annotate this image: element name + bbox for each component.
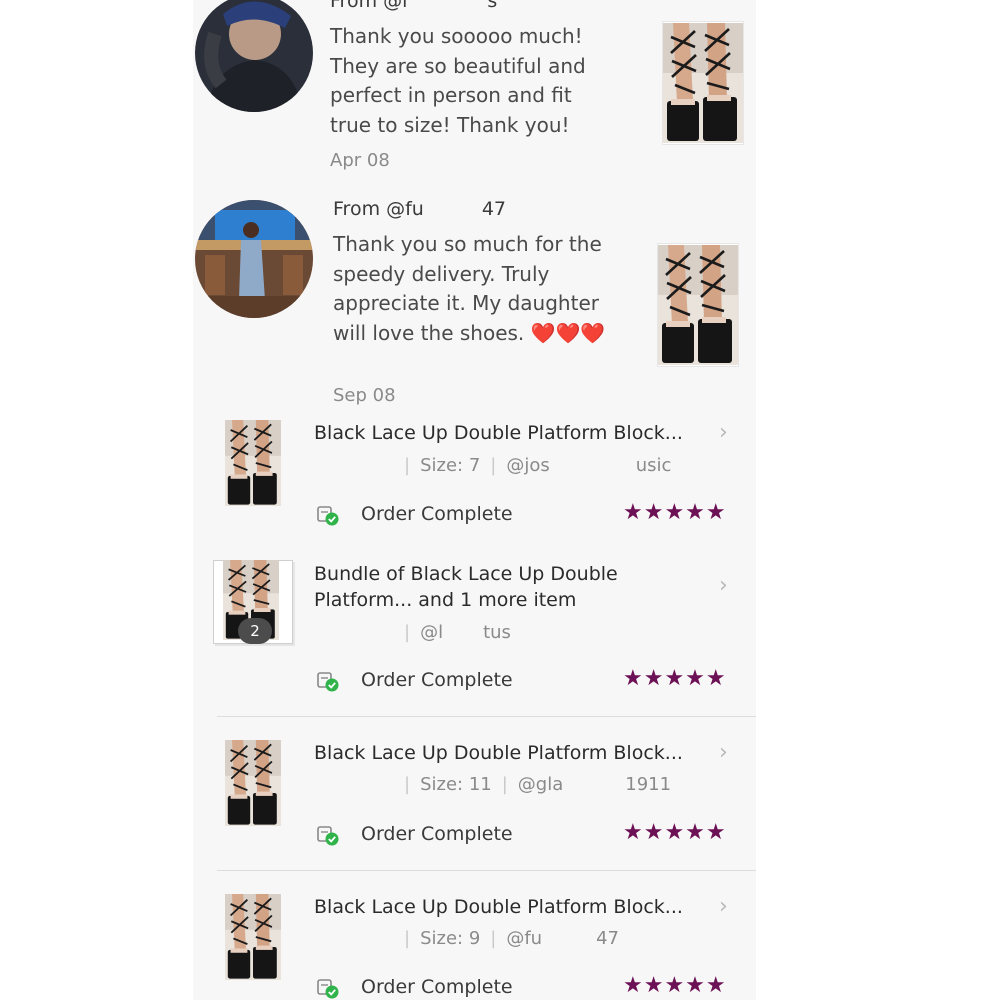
chevron-right-icon[interactable]: › — [719, 894, 728, 919]
order-status: Order Complete — [361, 976, 513, 998]
shoe-image — [225, 894, 281, 980]
review-item: From @fu 47 Thank you so much for the spe… — [193, 190, 756, 410]
order-size: Size: 9 — [420, 928, 481, 949]
order-status: Order Complete — [361, 503, 513, 525]
feedback-panel: From @l s Thank you sooooo much! They are… — [193, 0, 756, 1000]
order-meta: | Size: 9 | @fu 47 — [404, 928, 619, 949]
divider — [217, 716, 756, 717]
avatar-photo — [195, 0, 313, 112]
chevron-right-icon[interactable]: › — [719, 420, 728, 445]
divider — [217, 870, 756, 871]
review-from: From @fu 47 — [333, 198, 506, 220]
order-size: Size: 11 — [420, 774, 492, 795]
chevron-right-icon[interactable]: › — [719, 740, 728, 765]
order-complete-icon — [317, 670, 339, 692]
shoe-image — [663, 22, 743, 144]
review-date: Sep 08 — [333, 385, 396, 406]
avatar-photo — [195, 200, 313, 318]
review-from: From @l s — [330, 0, 497, 12]
order-buyer-prefix: @l — [420, 622, 444, 643]
order-buyer-suffix: tus — [483, 622, 511, 643]
shoe-image — [225, 740, 281, 826]
order-title: Black Lace Up Double Platform Block... — [314, 896, 683, 918]
order-item[interactable]: Black Lace Up Double Platform Block... ›… — [193, 892, 756, 1000]
order-buyer-suffix: 47 — [596, 928, 619, 949]
shoe-image — [225, 420, 281, 506]
reviewer-avatar[interactable] — [195, 0, 313, 112]
shoe-image — [658, 244, 738, 366]
order-title: Black Lace Up Double Platform Block... — [314, 422, 683, 444]
review-text: Thank you so much for the speedy deliver… — [333, 232, 606, 345]
order-title-line1: Bundle of Black Lace Up Double — [314, 563, 618, 585]
order-buyer-prefix: @gla — [517, 774, 564, 795]
chevron-right-icon[interactable]: › — [719, 573, 728, 598]
order-buyer-suffix: 1911 — [625, 774, 672, 795]
order-complete-icon — [317, 504, 339, 526]
order-item[interactable]: Black Lace Up Double Platform Block... ›… — [193, 738, 756, 863]
order-item[interactable]: Black Lace Up Double Platform Block... ›… — [193, 418, 756, 538]
review-from-prefix: From @fu — [333, 198, 424, 220]
review-item: From @l s Thank you sooooo much! They are… — [193, 0, 756, 180]
order-buyer-suffix: usic — [635, 455, 672, 476]
review-text: Thank you sooooo much! They are so beaut… — [330, 24, 586, 137]
order-product-image — [225, 420, 281, 506]
order-size: Size: 7 — [420, 455, 481, 476]
order-title: Black Lace Up Double Platform Block... — [314, 742, 683, 764]
review-product-image[interactable] — [657, 243, 739, 367]
order-meta: | Size: 7 | @jos usic — [404, 455, 672, 476]
review-from-prefix: From @l — [330, 0, 408, 12]
star-rating: ★★★★★ — [623, 973, 727, 998]
item-count-badge: 2 — [238, 618, 272, 644]
review-from-suffix: 47 — [481, 198, 507, 220]
order-title-line2: Platform... and 1 more item — [314, 589, 577, 611]
review-from-suffix: s — [487, 0, 498, 12]
order-complete-icon — [317, 977, 339, 999]
order-product-image — [225, 740, 281, 826]
reviewer-avatar[interactable] — [195, 200, 313, 318]
order-buyer-prefix: @fu — [506, 928, 543, 949]
star-rating: ★★★★★ — [623, 820, 727, 845]
star-rating: ★★★★★ — [623, 500, 727, 525]
order-meta: | Size: 11 | @gla 1911 — [404, 774, 672, 795]
order-meta: | @l tus — [404, 622, 511, 643]
star-rating: ★★★★★ — [623, 666, 727, 691]
order-status: Order Complete — [361, 823, 513, 845]
review-date: Apr 08 — [330, 150, 390, 171]
review-product-image[interactable] — [662, 21, 744, 145]
order-buyer-prefix: @jos — [506, 455, 550, 476]
order-status: Order Complete — [361, 669, 513, 691]
order-item[interactable]: 2 Bundle of Black Lace Up Double Platfor… — [193, 558, 756, 708]
order-product-image — [225, 894, 281, 980]
order-complete-icon — [317, 824, 339, 846]
